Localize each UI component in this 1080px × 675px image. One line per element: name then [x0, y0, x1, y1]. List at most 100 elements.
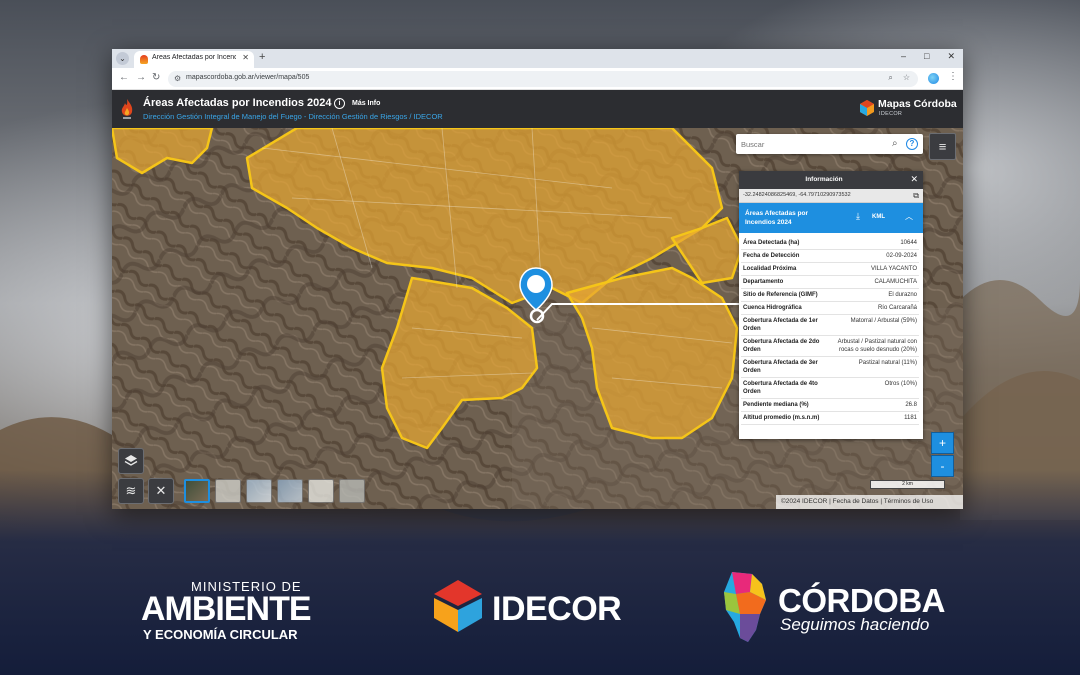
profile-avatar-icon[interactable]	[928, 73, 939, 84]
maximize-icon[interactable]: □	[924, 51, 929, 62]
app-title: Áreas Afectadas por Incendios 2024	[143, 97, 332, 109]
table-row: Cuenca Hidrográfica Río Carcarañá	[741, 302, 919, 315]
browser-toolbar: ← → ↻ ⚙ mapascordoba.gob.ar/viewer/mapa/…	[112, 68, 963, 90]
ministerio-ambiente-logo: AMBIENTE	[141, 590, 312, 628]
chevron-up-icon[interactable]: ︿	[905, 211, 913, 222]
attribute-key: Departamento	[743, 279, 784, 285]
map-attribution[interactable]: ©2024 IDECOR | Fecha de Datos | Términos…	[776, 495, 963, 509]
layers-icon	[124, 455, 138, 466]
browser-window: ⌄ Áreas Afectadas por Incendios ✕ + – □ …	[112, 49, 963, 509]
table-row: Pendiente mediana (%) 26.8	[741, 399, 919, 412]
info-panel: Información ✕ -32.24824086825469, -64.79…	[739, 171, 923, 439]
brand-subtitle: IDECOR	[879, 111, 903, 117]
zoom-in-button[interactable]: +	[931, 432, 954, 454]
coordinates-text: -32.24824086825469, -64.79710290973532	[743, 192, 851, 198]
table-row: Área Detectada (ha) 10644	[741, 237, 919, 250]
back-icon[interactable]: ←	[119, 72, 129, 83]
basemap-gray[interactable]	[339, 479, 365, 503]
tab-bar: ⌄ Áreas Afectadas por Incendios ✕ + – □ …	[112, 49, 963, 68]
table-row: Cobertura Afectada de 4to Orden Otros (10…	[741, 378, 919, 399]
tab-close-icon[interactable]: ✕	[242, 53, 249, 62]
attribute-value: Río Carcarañá	[877, 305, 917, 311]
attribute-value: Otros (10%)	[884, 381, 917, 387]
table-row: Altitud promedio (m.s.n.m) 1181	[741, 412, 919, 425]
basemap-ign[interactable]	[277, 479, 303, 503]
address-bar[interactable]: ⚙ mapascordoba.gob.ar/viewer/mapa/505 ⌕ …	[168, 71, 918, 87]
attribute-value: Arbustal / Pastizal natural con rocas o …	[837, 339, 917, 353]
map-canvas[interactable]: ⌕ ? ≡ Información ✕ -32.24824086825469, …	[112, 128, 963, 509]
basemap-light[interactable]	[215, 479, 241, 503]
basemap-ign-topo[interactable]	[246, 479, 272, 503]
attribute-key: Cobertura Afectada de 4to Orden	[743, 381, 818, 395]
coordinates-row: -32.24824086825469, -64.79710290973532 ⧉	[739, 189, 923, 203]
layer-result-bar[interactable]: Áreas Afectadas por Incendios 2024 ⤓ KML…	[739, 203, 923, 233]
info-panel-header: Información ✕	[739, 171, 923, 189]
app-header: Áreas Afectadas por Incendios 2024 Direc…	[112, 90, 963, 128]
attribute-key: Sitio de Referencia (GIMF)	[743, 292, 818, 298]
kml-download-button[interactable]: KML	[872, 214, 885, 220]
minimize-icon[interactable]: –	[901, 51, 906, 62]
hamburger-menu-button[interactable]: ≡	[929, 133, 956, 160]
attribute-value: 02-09-2024	[886, 253, 917, 259]
search-box: ⌕ ?	[736, 134, 923, 154]
attribute-key: Fecha de Detección	[743, 253, 800, 259]
attribute-value: Matorral / Arbustal (59%)	[850, 318, 917, 324]
info-panel-title: Información	[805, 176, 843, 183]
close-basemaps-button[interactable]: ✕	[148, 478, 174, 504]
attribute-value: 1181	[904, 415, 917, 421]
new-tab-button[interactable]: +	[259, 51, 265, 63]
tab-search-button[interactable]: ⌄	[116, 52, 129, 65]
attribute-key: Cuenca Hidrográfica	[743, 305, 802, 311]
layers-button[interactable]	[118, 448, 144, 474]
table-row: Departamento CALAMUCHITA	[741, 276, 919, 289]
attribute-key: Localidad Próxima	[743, 266, 797, 272]
table-row: Cobertura Afectada de 1er Orden Matorral …	[741, 315, 919, 336]
close-window-icon[interactable]: ✕	[947, 51, 955, 62]
attribute-value: El durazno	[888, 292, 917, 298]
search-icon[interactable]: ⌕	[892, 138, 898, 149]
app-subtitle: Dirección Gestión Integral de Manejo del…	[143, 112, 443, 121]
search-input[interactable]	[736, 134, 886, 154]
attribute-value: Pastizal natural (11%)	[858, 360, 917, 366]
attribute-value: 26.8	[905, 402, 917, 408]
attribute-key: Altitud promedio (m.s.n.m)	[743, 415, 820, 421]
table-row: Sitio de Referencia (GIMF) El durazno	[741, 289, 919, 302]
download-icon[interactable]: ⤓	[856, 211, 860, 222]
close-icon[interactable]: ✕	[910, 174, 918, 185]
zoom-lens-icon[interactable]: ⌕	[888, 73, 892, 83]
basemap-toggle-button[interactable]: ≋	[118, 478, 144, 504]
zoom-out-button[interactable]: -	[931, 455, 954, 477]
attribute-key: Cobertura Afectada de 3er Orden	[743, 360, 818, 374]
footer-logos: MINISTERIO DE AMBIENTE Y ECONOMÍA CIRCUL…	[0, 540, 1080, 675]
attribute-value: VILLA YACANTO	[870, 266, 917, 272]
scale-bar: 2 km	[870, 480, 945, 489]
help-icon[interactable]: ?	[906, 138, 918, 150]
attribute-value: 10644	[900, 240, 917, 246]
info-icon[interactable]: i	[334, 98, 345, 109]
tab-title: Áreas Afectadas por Incendios	[152, 54, 236, 61]
mapas-cordoba-logo-icon	[860, 100, 874, 116]
attribute-table: Área Detectada (ha) 10644 Fecha de Detecc…	[741, 237, 919, 425]
browser-menu-icon[interactable]: ⋮	[948, 71, 958, 82]
basemap-satellite[interactable]	[184, 479, 210, 503]
copy-icon[interactable]: ⧉	[913, 191, 919, 201]
url-text: mapascordoba.gob.ar/viewer/mapa/505	[186, 74, 310, 81]
attribute-key: Pendiente mediana (%)	[743, 402, 809, 408]
reload-icon[interactable]: ↻	[152, 72, 160, 83]
attribute-value: CALAMUCHITA	[874, 279, 917, 285]
site-info-icon[interactable]: ⚙	[174, 74, 181, 83]
browser-tab[interactable]: Áreas Afectadas por Incendios ✕	[134, 51, 254, 68]
more-info-button[interactable]: Más Info	[352, 100, 380, 107]
basemap-streets[interactable]	[308, 479, 334, 503]
idecor-logo-text: IDECOR	[492, 590, 622, 628]
table-row: Cobertura Afectada de 3er Orden Pastizal …	[741, 357, 919, 378]
table-row: Fecha de Detección 02-09-2024	[741, 250, 919, 263]
cordoba-map-logo-icon	[724, 572, 766, 642]
fire-logo-icon	[121, 99, 133, 119]
location-pin-icon[interactable]	[518, 266, 554, 324]
bookmark-star-icon[interactable]: ☆	[903, 73, 910, 83]
forward-icon[interactable]: →	[136, 72, 146, 83]
brand-name: Mapas Córdoba	[878, 98, 957, 110]
window-controls: – □ ✕	[901, 51, 955, 62]
table-row: Localidad Próxima VILLA YACANTO	[741, 263, 919, 276]
